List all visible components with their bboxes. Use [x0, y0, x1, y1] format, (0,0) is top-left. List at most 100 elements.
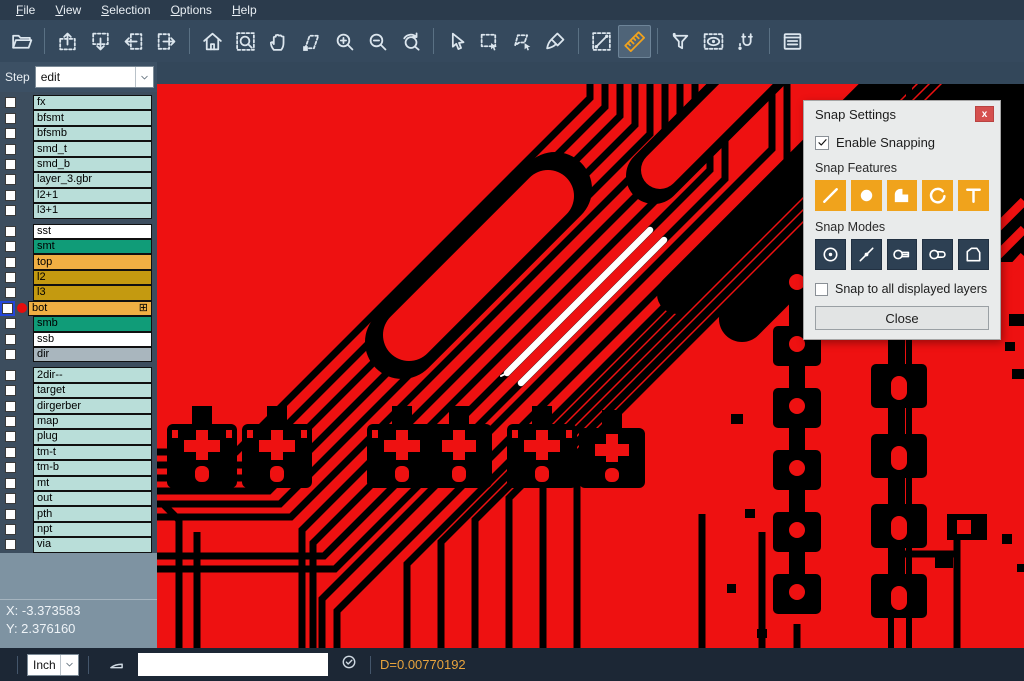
layer-item-smt[interactable]: smt: [33, 239, 152, 254]
layer-visibility-checkbox-l3[interactable]: [0, 287, 20, 298]
layer-item-ssb[interactable]: ssb: [33, 332, 152, 347]
snap-corner-button[interactable]: [958, 239, 989, 270]
shift-left-button[interactable]: [117, 25, 150, 58]
statusbar-input[interactable]: [138, 653, 328, 676]
layer-item-fx[interactable]: fx: [33, 95, 152, 110]
layer-item-plug[interactable]: plug: [33, 429, 152, 444]
layer-item-l3+1[interactable]: l3+1: [33, 203, 152, 218]
view-options-button[interactable]: [697, 25, 730, 58]
layer-item-via[interactable]: via: [33, 537, 152, 552]
layer-item-out[interactable]: out: [33, 491, 152, 506]
layer-item-2dir--[interactable]: 2dir--: [33, 367, 152, 382]
layer-item-layer_3.gbr[interactable]: layer_3.gbr: [33, 172, 152, 187]
layer-visibility-checkbox-out[interactable]: [0, 493, 20, 504]
layer-visibility-checkbox-bfsmt[interactable]: [0, 113, 20, 124]
layer-visibility-checkbox-via[interactable]: [0, 539, 20, 550]
layer-visibility-checkbox-npt[interactable]: [0, 524, 20, 535]
step-select[interactable]: edit: [35, 66, 154, 88]
layer-item-bfsmb[interactable]: bfsmb: [33, 126, 152, 141]
layer-visibility-checkbox-ssb[interactable]: [0, 334, 20, 345]
layer-visibility-checkbox-bfsmb[interactable]: [0, 128, 20, 139]
layer-visibility-checkbox-sst[interactable]: [0, 226, 20, 237]
layer-visibility-checkbox-l3+1[interactable]: [0, 205, 20, 216]
shift-right-button[interactable]: [150, 25, 183, 58]
menu-selection[interactable]: Selection: [91, 1, 160, 19]
layer-item-npt[interactable]: npt: [33, 522, 152, 537]
zoom-polygon-button[interactable]: [295, 25, 328, 58]
layer-visibility-checkbox-bot[interactable]: [0, 301, 15, 316]
refresh-check-button[interactable]: [337, 653, 361, 677]
unit-select[interactable]: Inch: [27, 654, 79, 676]
report-button[interactable]: [776, 25, 809, 58]
layer-item-sst[interactable]: sst: [33, 224, 152, 239]
snap-center-button[interactable]: [815, 239, 846, 270]
layer-item-map[interactable]: map: [33, 414, 152, 429]
paint-brush-button[interactable]: [539, 25, 572, 58]
fit-home-button[interactable]: [196, 25, 229, 58]
layer-visibility-checkbox-layer_3.gbr[interactable]: [0, 174, 20, 185]
zoom-previous-button[interactable]: [394, 25, 427, 58]
layer-visibility-checkbox-pth[interactable]: [0, 509, 20, 520]
layer-visibility-checkbox-2dir--[interactable]: [0, 370, 20, 381]
shift-up-button[interactable]: [51, 25, 84, 58]
select-rect-button[interactable]: [473, 25, 506, 58]
layer-item-smb[interactable]: smb: [33, 316, 152, 331]
layer-item-smd_b[interactable]: smd_b: [33, 157, 152, 172]
menu-file[interactable]: File: [6, 1, 45, 19]
snap-close-button[interactable]: Close: [815, 306, 989, 330]
layer-item-bfsmt[interactable]: bfsmt: [33, 110, 152, 125]
enable-snapping-checkbox[interactable]: [815, 136, 829, 150]
layer-item-l2[interactable]: l2: [33, 270, 152, 285]
snap-feature-outline-button[interactable]: [922, 239, 953, 270]
zoom-window-button[interactable]: [229, 25, 262, 58]
layer-visibility-checkbox-l2+1[interactable]: [0, 190, 20, 201]
shift-down-button[interactable]: [84, 25, 117, 58]
layer-item-top[interactable]: top: [33, 254, 152, 269]
layer-item-tm-t[interactable]: tm-t: [33, 445, 152, 460]
open-folder-button[interactable]: [5, 25, 38, 58]
menu-help[interactable]: Help: [222, 1, 267, 19]
corner-angle-button[interactable]: [104, 653, 128, 677]
snap-surface-button[interactable]: [887, 180, 918, 211]
menu-view[interactable]: View: [45, 1, 91, 19]
ruler-button[interactable]: [618, 25, 651, 58]
zoom-out-button[interactable]: [361, 25, 394, 58]
layer-visibility-checkbox-tm-b[interactable]: [0, 462, 20, 473]
layer-visibility-checkbox-l2[interactable]: [0, 272, 20, 283]
layer-visibility-checkbox-smb[interactable]: [0, 318, 20, 329]
layer-visibility-checkbox-plug[interactable]: [0, 431, 20, 442]
layer-item-tm-b[interactable]: tm-b: [33, 460, 152, 475]
pan-hand-button[interactable]: [262, 25, 295, 58]
snap-feature-whole-button[interactable]: [887, 239, 918, 270]
snap-dialog-titlebar[interactable]: Snap Settings x: [804, 101, 1000, 127]
snap-magnet-button[interactable]: [730, 25, 763, 58]
dialog-close-x-button[interactable]: x: [975, 106, 994, 122]
layer-item-pth[interactable]: pth: [33, 506, 152, 521]
layer-visibility-checkbox-smd_b[interactable]: [0, 159, 20, 170]
layer-item-dir[interactable]: dir: [33, 347, 152, 362]
layer-visibility-checkbox-dir[interactable]: [0, 349, 20, 360]
layer-visibility-checkbox-smt[interactable]: [0, 241, 20, 252]
measure-distance-button[interactable]: [585, 25, 618, 58]
snap-text-button[interactable]: [958, 180, 989, 211]
snap-line-button[interactable]: [815, 180, 846, 211]
select-poly-button[interactable]: [506, 25, 539, 58]
zoom-in-button[interactable]: [328, 25, 361, 58]
layer-item-l2+1[interactable]: l2+1: [33, 188, 152, 203]
layer-item-dirgerber[interactable]: dirgerber: [33, 398, 152, 413]
snap-midpoint-button[interactable]: [851, 239, 882, 270]
layer-visibility-checkbox-smd_t[interactable]: [0, 144, 20, 155]
layer-visibility-checkbox-mt[interactable]: [0, 478, 20, 489]
layer-visibility-checkbox-dirgerber[interactable]: [0, 401, 20, 412]
layer-visibility-checkbox-tm-t[interactable]: [0, 447, 20, 458]
snap-arc-button[interactable]: [922, 180, 953, 211]
layer-item-bot[interactable]: bot⊞: [28, 301, 152, 316]
filter-button[interactable]: [664, 25, 697, 58]
layer-visibility-checkbox-fx[interactable]: [0, 97, 20, 108]
layer-item-mt[interactable]: mt: [33, 476, 152, 491]
layer-visibility-checkbox-target[interactable]: [0, 385, 20, 396]
layer-item-smd_t[interactable]: smd_t: [33, 141, 152, 156]
layer-item-target[interactable]: target: [33, 383, 152, 398]
layer-visibility-checkbox-top[interactable]: [0, 257, 20, 268]
layer-item-l3[interactable]: l3: [33, 285, 152, 300]
